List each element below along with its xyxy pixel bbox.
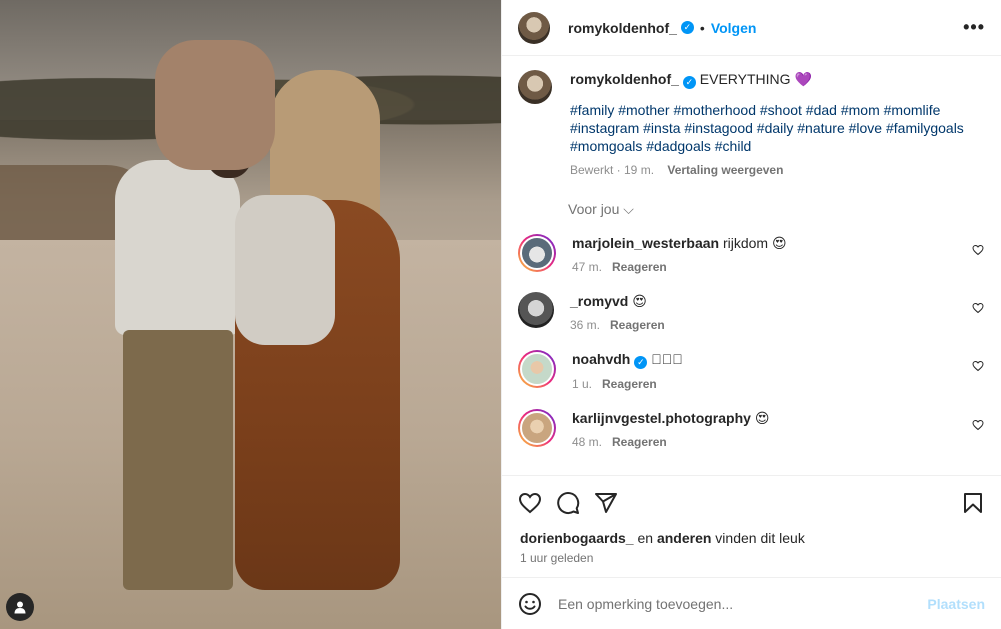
comment-input[interactable] (558, 595, 928, 612)
post-photo[interactable] (0, 0, 501, 629)
comment-item: karlijnvgestel.photography 😍 48 m. Reager… (518, 409, 985, 451)
liked-by-others[interactable]: anderen (657, 530, 711, 546)
post-comment-button[interactable]: Plaatsen (927, 596, 985, 612)
follow-button[interactable]: Volgen (711, 20, 757, 36)
share-icon[interactable] (594, 491, 618, 515)
comment-time: 48 m. (572, 435, 603, 449)
comment-like-icon[interactable] (971, 360, 985, 372)
post-header: romykoldenhof_ ✓ • Volgen ••• (502, 0, 1001, 56)
caption-author-username[interactable]: romykoldenhof_ (570, 71, 679, 87)
comment-like-icon[interactable] (971, 244, 985, 256)
comment-item: _romyvd 😍 36 m. Reageren (518, 292, 985, 334)
comment-avatar[interactable] (518, 234, 556, 272)
more-options-icon[interactable]: ••• (963, 17, 985, 38)
user-icon (14, 601, 26, 614)
caption-hashtags[interactable]: #family #mother #motherhood #shoot #dad … (570, 101, 985, 155)
comment-username[interactable]: marjolein_westerbaan (572, 235, 719, 251)
verified-badge-icon: ✓ (680, 21, 694, 34)
bookmark-icon[interactable] (961, 491, 985, 515)
comment-time: 36 m. (570, 318, 601, 332)
photo-baby (235, 195, 335, 345)
verified-badge-icon: ✓ (682, 76, 696, 89)
photo-father (95, 120, 253, 600)
likes-suffix-text: vinden dit leuk (711, 530, 805, 546)
reply-button[interactable]: Reageren (602, 377, 657, 391)
verified-badge-icon: ✓ (634, 356, 648, 369)
translate-button[interactable]: Vertaling weergeven (667, 163, 783, 177)
post-dialog: romykoldenhof_ ✓ • Volgen ••• romykolden… (0, 0, 1001, 629)
for-you-toggle[interactable]: Voor jou ⌵ (568, 201, 985, 218)
caption-meta: Bewerkt · 19 m. Vertaling weergeven (570, 161, 985, 179)
comment-icon[interactable] (556, 491, 580, 515)
tagged-users-button[interactable] (6, 593, 34, 621)
emoji-icon[interactable] (518, 592, 542, 616)
action-bar (502, 475, 1001, 529)
post-timestamp[interactable]: 1 uur geleden (502, 547, 1001, 565)
comment-text: 😍 (632, 293, 647, 309)
comment-text: rijkdom 😍 (722, 235, 787, 251)
likes-summary: dorienbogaards_ en anderen vinden dit le… (502, 529, 1001, 547)
comment-avatar[interactable] (518, 350, 556, 388)
reply-button[interactable]: Reageren (612, 260, 667, 274)
caption-author-avatar[interactable] (518, 70, 552, 104)
caption-edited-time: Bewerkt · 19 m. (570, 163, 655, 177)
caption-text: EVERYTHING 💜 (699, 71, 812, 87)
likes-middle-text: en (633, 530, 657, 546)
comment-text: 😍 (754, 410, 770, 426)
comment-username[interactable]: karlijnvgestel.photography (572, 410, 751, 426)
photo-child (155, 40, 275, 170)
comment-item: noahvdh✓ 🏽🏽🏽 1 u.Reageren (518, 350, 985, 393)
liked-by-user[interactable]: dorienbogaards_ (520, 530, 634, 546)
comment-item: marjolein_westerbaan rijkdom 😍 47 m. Reag… (518, 234, 985, 276)
comment-avatar[interactable] (518, 292, 554, 328)
comment-like-icon[interactable] (971, 419, 985, 431)
header-separator: • (699, 19, 705, 36)
comments-list[interactable]: romykoldenhof_ ✓ EVERYTHING 💜 #family #mo… (502, 56, 1001, 475)
author-avatar[interactable] (518, 11, 550, 44)
comment-time: 1 u. (572, 377, 593, 391)
heart-icon[interactable] (518, 491, 542, 515)
add-comment-bar: Plaatsen (502, 577, 1001, 629)
reply-button[interactable]: Reageren (612, 435, 667, 449)
comment-like-icon[interactable] (971, 302, 985, 314)
comment-time: 47 m. (572, 260, 603, 274)
comment-avatar[interactable] (518, 409, 556, 447)
comment-username[interactable]: noahvdh (572, 351, 630, 367)
post-side-panel: romykoldenhof_ ✓ • Volgen ••• romykolden… (501, 0, 1001, 629)
author-username[interactable]: romykoldenhof_ (568, 20, 677, 36)
reply-button[interactable]: Reageren (610, 318, 665, 332)
caption: romykoldenhof_ ✓ EVERYTHING 💜 #family #mo… (518, 70, 985, 179)
comment-username[interactable]: _romyvd (570, 293, 628, 309)
